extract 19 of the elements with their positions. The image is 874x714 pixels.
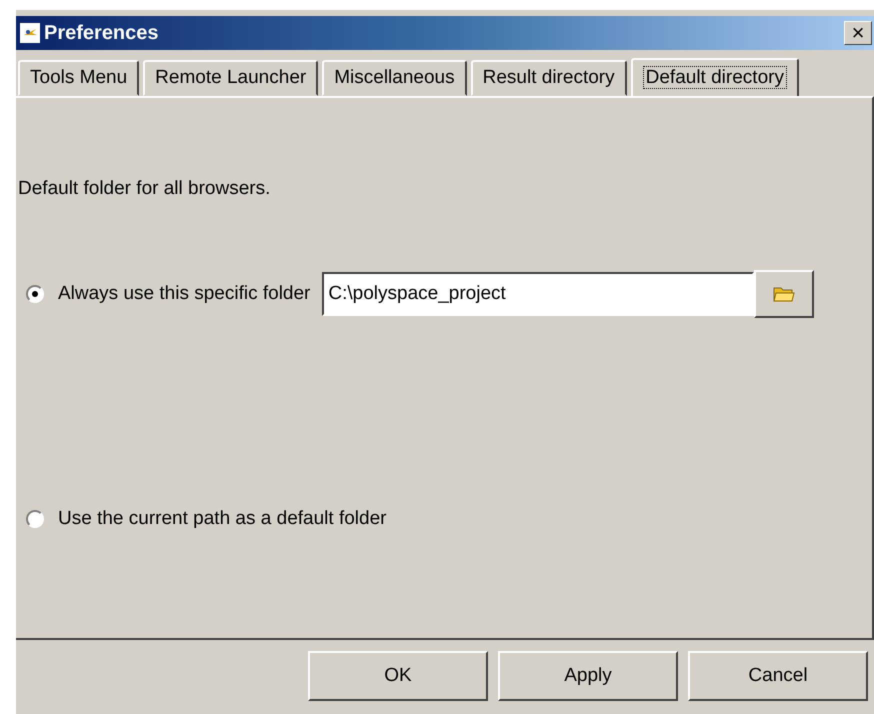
- radio-button[interactable]: [26, 510, 44, 528]
- browse-button[interactable]: [754, 270, 814, 318]
- option-label: Always use this specific folder: [58, 283, 310, 305]
- tab[interactable]: Result directory: [470, 60, 627, 96]
- radio-button[interactable]: [26, 285, 44, 303]
- tab[interactable]: Remote Launcher: [143, 60, 318, 96]
- tab[interactable]: Default directory: [630, 58, 799, 98]
- dialog-button[interactable]: OK: [308, 651, 488, 701]
- dialog-button[interactable]: Apply: [498, 651, 678, 701]
- dialog-button[interactable]: Cancel: [688, 651, 868, 701]
- description-text: Default folder for all browsers.: [18, 178, 272, 200]
- window-title: Preferences: [44, 22, 160, 44]
- close-button[interactable]: ×: [844, 21, 872, 45]
- folder-icon: [773, 285, 796, 303]
- option-label: Use the current path as a default folder: [58, 508, 386, 530]
- tab[interactable]: Miscellaneous: [322, 60, 467, 96]
- folder-path-field[interactable]: C:\polyspace_project: [322, 272, 754, 316]
- app-icon: [20, 23, 40, 43]
- tab[interactable]: Tools Menu: [18, 60, 140, 96]
